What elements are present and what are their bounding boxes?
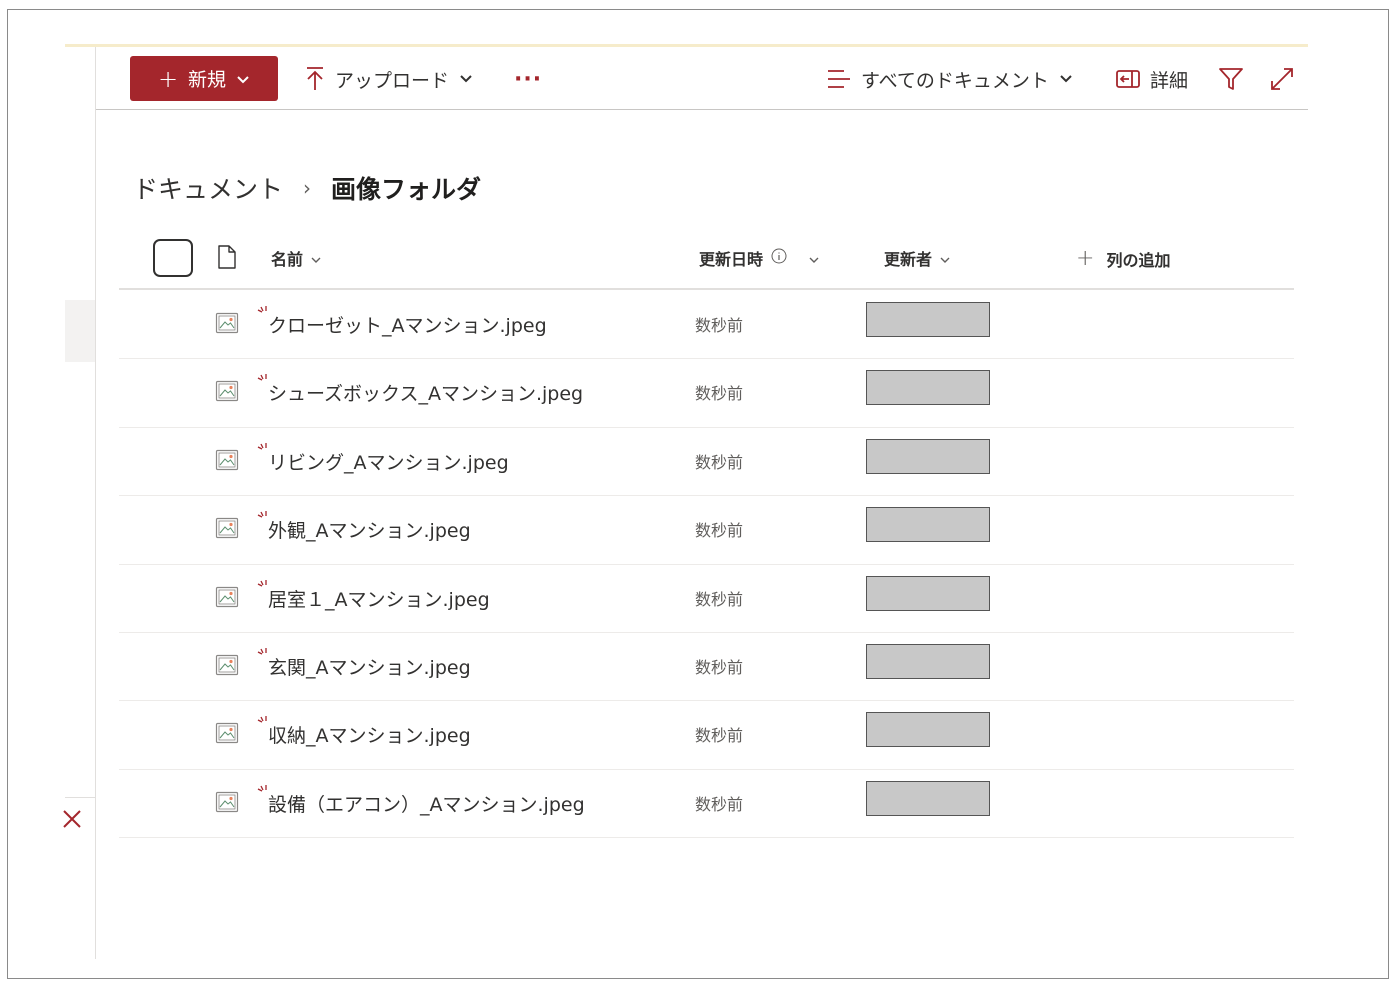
file-name-link[interactable]: 玄関_Aマンション.jpeg bbox=[268, 653, 471, 680]
image-file-icon bbox=[215, 311, 239, 339]
file-name-link[interactable]: クローゼット_Aマンション.jpeg bbox=[268, 311, 547, 338]
chevron-down-icon bbox=[311, 249, 321, 268]
filter-icon bbox=[1218, 67, 1244, 91]
modified-time: 数秒前 bbox=[695, 589, 744, 609]
view-label: すべてのドキュメント bbox=[861, 69, 1049, 92]
breadcrumb-documents-link[interactable]: ドキュメント bbox=[133, 170, 283, 206]
left-panel-selected-item[interactable] bbox=[65, 300, 95, 362]
filter-button[interactable] bbox=[1218, 59, 1244, 99]
new-button-label: 新規 bbox=[188, 69, 227, 91]
add-column-label: 列の追加 bbox=[1106, 250, 1171, 270]
file-name-link[interactable]: 居室１_Aマンション.jpeg bbox=[268, 585, 490, 612]
select-all-checkbox[interactable] bbox=[153, 239, 193, 277]
modified-time: 数秒前 bbox=[695, 794, 744, 814]
table-row[interactable]: クローゼット_Aマンション.jpeg 数秒前 bbox=[119, 291, 1294, 360]
left-panel-divider bbox=[95, 47, 96, 959]
table-row[interactable]: 玄関_Aマンション.jpeg 数秒前 bbox=[119, 633, 1294, 702]
redacted-modified-by bbox=[866, 712, 990, 748]
list-view-icon bbox=[827, 68, 851, 90]
more-icon: ··· bbox=[514, 66, 543, 92]
file-name-link[interactable]: 収納_Aマンション.jpeg bbox=[268, 721, 471, 748]
left-panel-separator bbox=[65, 797, 95, 798]
view-selector[interactable]: すべてのドキュメント bbox=[827, 59, 1073, 99]
expand-button[interactable] bbox=[1270, 59, 1294, 99]
add-column-button[interactable]: + 列の追加 bbox=[1076, 246, 1170, 271]
redacted-modified-by bbox=[866, 780, 990, 816]
chevron-down-icon bbox=[809, 249, 819, 268]
file-name-link[interactable]: 設備（エアコン）_Aマンション.jpeg bbox=[268, 790, 585, 817]
chevron-down-icon bbox=[940, 249, 950, 268]
upload-button[interactable]: アップロード bbox=[305, 59, 473, 99]
breadcrumb-current-folder: 画像フォルダ bbox=[331, 175, 482, 204]
chevron-down-icon bbox=[1059, 74, 1073, 84]
image-file-icon bbox=[215, 516, 239, 544]
breadcrumb: ドキュメント › 画像フォルダ bbox=[133, 170, 481, 206]
image-file-icon bbox=[215, 721, 239, 749]
modified-time: 数秒前 bbox=[695, 316, 744, 335]
table-row[interactable]: 外観_Aマンション.jpeg 数秒前 bbox=[119, 496, 1294, 565]
file-name-link[interactable]: シューズボックス_Aマンション.jpeg bbox=[268, 379, 583, 406]
expand-icon bbox=[1270, 67, 1294, 91]
upload-arrow-icon bbox=[305, 66, 325, 92]
upload-label: アップロード bbox=[335, 69, 450, 92]
modified-time: 数秒前 bbox=[695, 657, 744, 677]
new-button[interactable]: + 新規 bbox=[130, 56, 278, 101]
plus-icon: + bbox=[1076, 246, 1095, 271]
modified-time: 数秒前 bbox=[695, 726, 744, 746]
table-row[interactable]: シューズボックス_Aマンション.jpeg 数秒前 bbox=[119, 359, 1294, 428]
close-icon[interactable] bbox=[61, 808, 83, 830]
details-button[interactable]: 詳細 bbox=[1116, 59, 1188, 99]
column-header-modified-by[interactable]: 更新者 bbox=[884, 246, 950, 270]
redacted-modified-by bbox=[866, 302, 990, 337]
info-icon[interactable] bbox=[771, 248, 787, 268]
redacted-modified-by bbox=[866, 575, 990, 611]
redacted-modified-by bbox=[866, 370, 990, 406]
modified-time: 数秒前 bbox=[695, 384, 744, 404]
image-file-icon bbox=[215, 448, 239, 476]
details-label: 詳細 bbox=[1150, 69, 1189, 92]
redacted-modified-by bbox=[866, 643, 990, 679]
command-bar: + 新規 アップロード ··· すべてのドキュメント 詳細 bbox=[96, 47, 1308, 110]
column-header-modified[interactable]: 更新日時 bbox=[699, 246, 819, 270]
table-row[interactable]: 居室１_Aマンション.jpeg 数秒前 bbox=[119, 565, 1294, 633]
image-file-icon bbox=[215, 653, 239, 681]
modified-time: 数秒前 bbox=[695, 452, 744, 472]
chevron-down-icon bbox=[236, 68, 250, 90]
column-modified-by-label: 更新者 bbox=[884, 250, 933, 269]
table-row[interactable]: リビング_Aマンション.jpeg 数秒前 bbox=[119, 428, 1294, 497]
chevron-right-icon: › bbox=[303, 176, 312, 200]
image-file-icon bbox=[215, 585, 239, 613]
image-file-icon bbox=[215, 790, 239, 818]
redacted-modified-by bbox=[866, 507, 990, 543]
file-type-column-icon[interactable] bbox=[217, 244, 237, 274]
column-header-name[interactable]: 名前 bbox=[271, 246, 321, 270]
image-file-icon bbox=[215, 379, 239, 407]
file-list: クローゼット_Aマンション.jpeg 数秒前 シューズボックス_Aマンション.j… bbox=[119, 291, 1294, 839]
file-name-link[interactable]: リビング_Aマンション.jpeg bbox=[268, 448, 509, 475]
modified-time: 数秒前 bbox=[695, 521, 744, 541]
redacted-modified-by bbox=[866, 438, 990, 474]
list-header: 名前 更新日時 更新者 + 列の追加 bbox=[119, 232, 1294, 290]
column-modified-label: 更新日時 bbox=[699, 250, 764, 269]
table-row[interactable]: 収納_Aマンション.jpeg 数秒前 bbox=[119, 701, 1294, 770]
table-row[interactable]: 設備（エアコン）_Aマンション.jpeg 数秒前 bbox=[119, 770, 1294, 839]
plus-icon: + bbox=[157, 64, 179, 93]
file-name-link[interactable]: 外観_Aマンション.jpeg bbox=[268, 516, 471, 543]
chevron-down-icon bbox=[459, 74, 473, 84]
more-options-button[interactable]: ··· bbox=[514, 59, 542, 99]
details-pane-icon bbox=[1116, 69, 1140, 89]
column-name-label: 名前 bbox=[271, 250, 304, 269]
